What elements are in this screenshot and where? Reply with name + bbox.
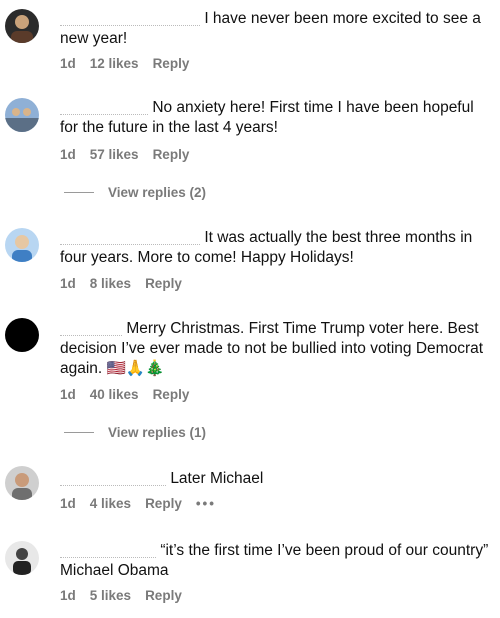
comment-meta: 1d 5 likes Reply [60, 588, 182, 603]
redacted-username [60, 98, 148, 115]
emoji: 🇺🇸🙏🎄 [106, 360, 165, 377]
likes-count[interactable]: 40 likes [90, 387, 139, 402]
redacted-username [60, 319, 122, 336]
redacted-username [60, 9, 200, 26]
avatar[interactable] [5, 466, 39, 500]
comment-meta: 1d 40 likes Reply [60, 387, 189, 402]
avatar[interactable] [5, 9, 39, 43]
replies-divider [64, 432, 94, 433]
replies-divider [64, 192, 94, 193]
comment-text: I have never been more excited to see a … [60, 9, 481, 47]
avatar[interactable] [5, 541, 39, 575]
comment-age: 1d [60, 147, 76, 162]
comment-text: Merry Christmas. First Time Trump voter … [60, 319, 484, 377]
comment-meta: 1d 8 likes Reply [60, 276, 182, 291]
avatar[interactable] [5, 228, 39, 262]
likes-count[interactable]: 12 likes [90, 56, 139, 71]
view-replies-label[interactable]: View replies (1) [108, 425, 206, 440]
more-options-icon[interactable]: ••• [196, 496, 216, 511]
comment-age: 1d [60, 588, 76, 603]
likes-count[interactable]: 57 likes [90, 147, 139, 162]
avatar[interactable] [5, 98, 39, 132]
reply-button[interactable]: Reply [145, 276, 182, 291]
comment-text: Later Michael [60, 469, 490, 489]
reply-button[interactable]: Reply [145, 588, 182, 603]
view-replies[interactable]: View replies (1) [64, 425, 206, 440]
reply-button[interactable]: Reply [153, 56, 190, 71]
comment-text: It was actually the best three months in… [60, 228, 473, 266]
comment-age: 1d [60, 276, 76, 291]
comment-age: 1d [60, 387, 76, 402]
redacted-username [60, 469, 166, 486]
reply-button[interactable]: Reply [153, 387, 190, 402]
likes-count[interactable]: 4 likes [90, 496, 131, 511]
comment-age: 1d [60, 56, 76, 71]
comment-meta: 1d 4 likes Reply ••• [60, 496, 216, 511]
view-replies[interactable]: View replies (2) [64, 185, 206, 200]
comment-text: No anxiety here! First time I have been … [60, 98, 474, 136]
reply-button[interactable]: Reply [153, 147, 190, 162]
comment-age: 1d [60, 496, 76, 511]
likes-count[interactable]: 8 likes [90, 276, 131, 291]
comment-meta: 1d 12 likes Reply [60, 56, 189, 71]
redacted-username [60, 228, 200, 245]
view-replies-label[interactable]: View replies (2) [108, 185, 206, 200]
comment-text: “it’s the first time I’ve been proud of … [60, 541, 489, 579]
reply-button[interactable]: Reply [145, 496, 182, 511]
comment-meta: 1d 57 likes Reply [60, 147, 189, 162]
likes-count[interactable]: 5 likes [90, 588, 131, 603]
avatar[interactable] [5, 318, 39, 352]
redacted-username [60, 541, 156, 558]
